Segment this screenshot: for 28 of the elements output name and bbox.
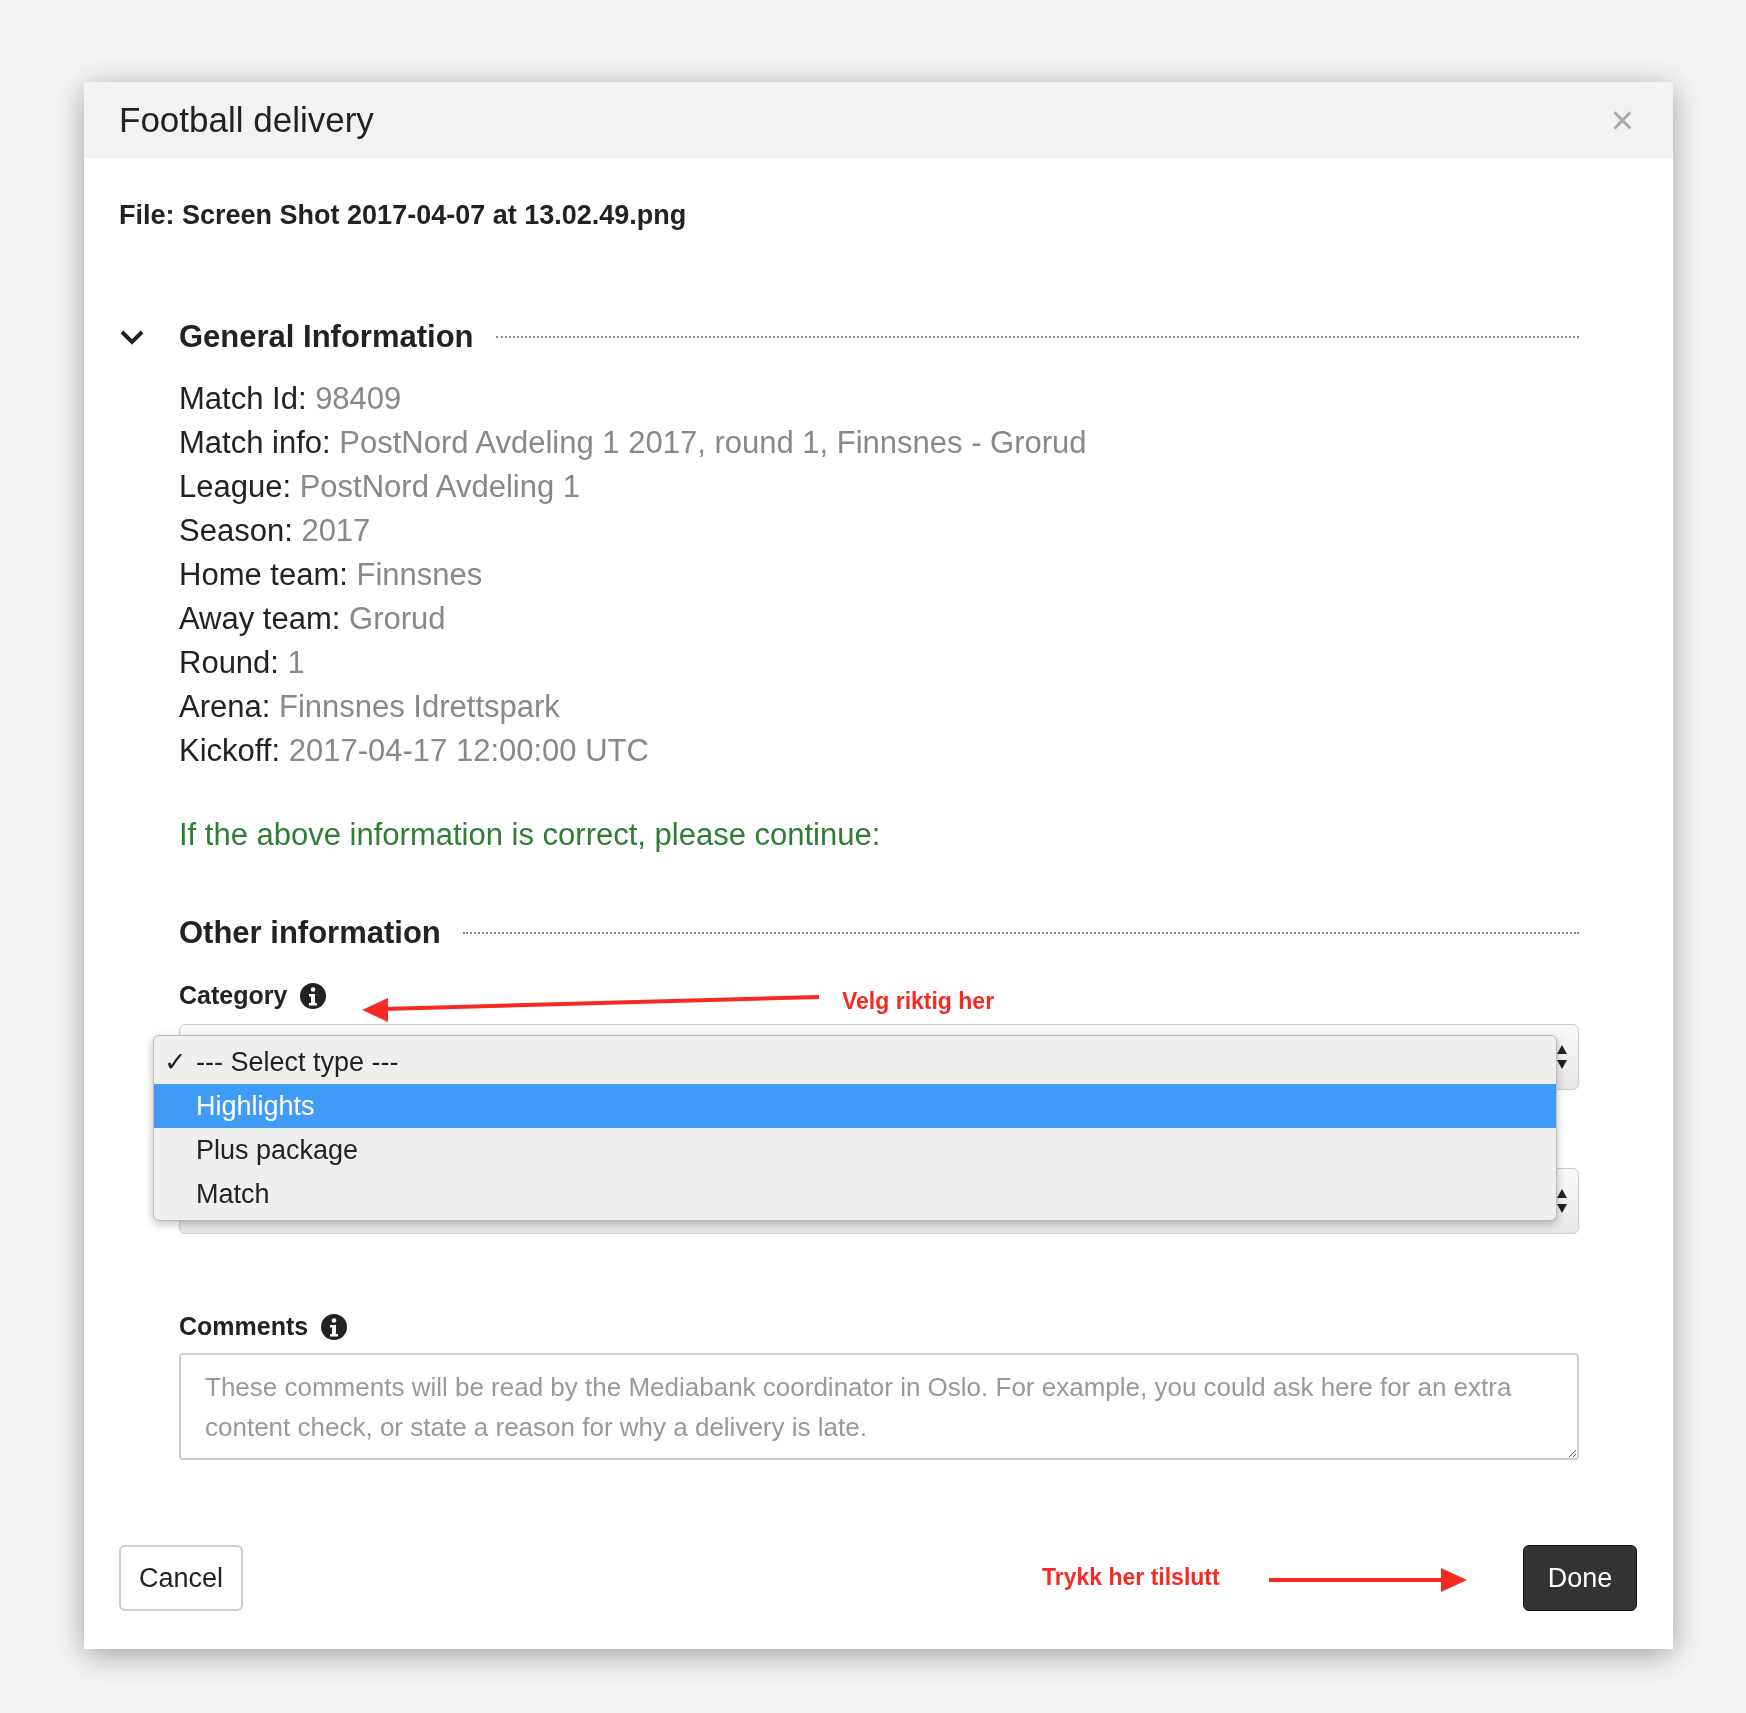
field-label: Category	[179, 981, 288, 1010]
cancel-button[interactable]: Cancel	[119, 1545, 243, 1611]
annotation-text: Velg riktig her	[842, 988, 995, 1015]
comments-field[interactable]: These comments will be read by the Mediabank coordinator in Oslo. For example, you could ask here for an extra content check, or state a reason for why a delivery is late.	[179, 1353, 1579, 1460]
info-row-text: Match Id: 98409	[179, 380, 403, 418]
notice-text: If the above information is correct, please continue:	[179, 817, 882, 853]
dropdown-option[interactable]: Match	[154, 1172, 1556, 1216]
section-title: General Information	[179, 319, 474, 355]
updown-arrows-icon	[1556, 1043, 1568, 1071]
info-row-text: Kickoff: 2017-04-17 12:00:00 UTC	[179, 732, 650, 770]
info-row-text: Home team: Finnsnes	[179, 556, 484, 594]
dropdown-option[interactable]: Plus package	[154, 1128, 1556, 1172]
info-row-text: Round: 1	[179, 644, 306, 682]
done-button[interactable]: Done	[1523, 1545, 1637, 1611]
field-label: Comments	[179, 1312, 309, 1341]
info-row-text: Away team: Grorud	[179, 600, 447, 638]
info-row-text: Arena: Finnsnes Idrettspark	[179, 688, 561, 726]
dialog-title: Football delivery	[119, 100, 374, 140]
info-row-text: Match info: PostNord Avdeling 1 2017, round 1, Finnsnes - Grorud	[179, 424, 1088, 462]
info-icon	[320, 1312, 349, 1341]
info-row-text: League: PostNord Avdeling 1	[179, 468, 582, 506]
updown-arrows-icon	[1556, 1187, 1568, 1215]
info-icon	[299, 981, 328, 1010]
dropdown-option[interactable]: ✓ --- Select type ---	[154, 1040, 1556, 1084]
file-name: File: Screen Shot 2017-04-07 at 13.02.49.png	[119, 200, 688, 231]
annotation-text: Trykk her tilslutt	[1042, 1564, 1220, 1591]
section-title: Other information	[179, 915, 441, 951]
info-row-text: Season: 2017	[179, 512, 372, 550]
